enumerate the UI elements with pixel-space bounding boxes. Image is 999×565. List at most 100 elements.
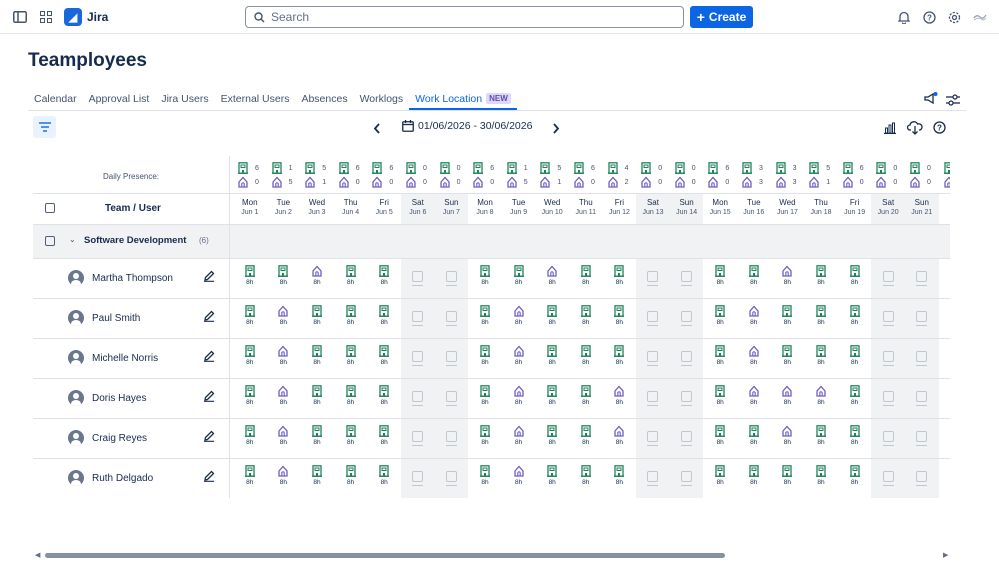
office-location-cell[interactable]: 8h — [939, 338, 950, 378]
office-location-cell[interactable]: 8h — [569, 338, 603, 378]
office-location-cell[interactable]: 8h — [569, 258, 603, 298]
empty-location-cell[interactable] — [905, 258, 939, 298]
edit-pencil-icon[interactable] — [203, 430, 215, 445]
home-location-cell[interactable]: 8h — [737, 298, 771, 338]
user-row[interactable]: Ruth Delgado — [68, 470, 153, 486]
home-location-cell[interactable]: 8h — [267, 458, 301, 498]
empty-location-cell[interactable] — [905, 378, 939, 418]
home-location-cell[interactable]: 8h — [502, 418, 536, 458]
office-location-cell[interactable]: 8h — [233, 378, 267, 418]
empty-location-cell[interactable] — [871, 338, 905, 378]
user-name[interactable]: Martha Thompson — [92, 273, 173, 284]
user-name[interactable]: Ruth Delgado — [92, 473, 153, 484]
empty-location-cell[interactable] — [871, 418, 905, 458]
office-location-cell[interactable]: 8h — [838, 338, 872, 378]
office-location-cell[interactable]: 8h — [334, 418, 368, 458]
empty-location-cell[interactable] — [871, 458, 905, 498]
user-name[interactable]: Craig Reyes — [92, 433, 147, 444]
office-location-cell[interactable]: 8h — [502, 258, 536, 298]
empty-location-cell[interactable] — [905, 298, 939, 338]
home-location-cell[interactable]: 8h — [737, 338, 771, 378]
office-location-cell[interactable]: 8h — [535, 338, 569, 378]
office-location-cell[interactable]: 8h — [334, 458, 368, 498]
home-location-cell[interactable]: 8h — [535, 258, 569, 298]
user-row[interactable]: Martha Thompson — [68, 270, 173, 286]
home-location-cell[interactable]: 8h — [502, 338, 536, 378]
empty-location-cell[interactable] — [871, 258, 905, 298]
office-location-cell[interactable]: 8h — [267, 258, 301, 298]
edit-pencil-icon[interactable] — [203, 310, 215, 325]
home-location-cell[interactable]: 8h — [771, 378, 805, 418]
empty-location-cell[interactable] — [435, 378, 469, 418]
office-location-cell[interactable]: 8h — [804, 458, 838, 498]
empty-location-cell[interactable] — [905, 418, 939, 458]
home-location-cell[interactable]: 8h — [267, 298, 301, 338]
scrollbar-thumb[interactable] — [45, 553, 725, 558]
empty-location-cell[interactable] — [401, 258, 435, 298]
office-location-cell[interactable]: 8h — [300, 378, 334, 418]
user-row[interactable]: Craig Reyes — [68, 430, 147, 446]
empty-location-cell[interactable] — [670, 258, 704, 298]
office-location-cell[interactable]: 8h — [468, 418, 502, 458]
office-location-cell[interactable]: 8h — [838, 378, 872, 418]
office-location-cell[interactable]: 8h — [233, 298, 267, 338]
office-location-cell[interactable]: 8h — [804, 298, 838, 338]
tab-approval-list[interactable]: Approval List — [83, 90, 156, 110]
office-location-cell[interactable]: 8h — [300, 298, 334, 338]
edit-pencil-icon[interactable] — [203, 270, 215, 285]
empty-location-cell[interactable] — [670, 338, 704, 378]
office-location-cell[interactable]: 8h — [603, 458, 637, 498]
office-location-cell[interactable]: 8h — [367, 458, 401, 498]
office-location-cell[interactable]: 8h — [804, 258, 838, 298]
office-location-cell[interactable]: 8h — [771, 338, 805, 378]
empty-location-cell[interactable] — [670, 418, 704, 458]
sidebar-toggle-icon[interactable] — [12, 9, 28, 25]
user-row[interactable]: Doris Hayes — [68, 390, 146, 406]
office-location-cell[interactable]: 8h — [838, 458, 872, 498]
office-location-cell[interactable]: 8h — [939, 258, 950, 298]
home-location-cell[interactable]: 8h — [502, 458, 536, 498]
office-location-cell[interactable]: 8h — [569, 458, 603, 498]
empty-location-cell[interactable] — [401, 458, 435, 498]
empty-location-cell[interactable] — [435, 458, 469, 498]
office-location-cell[interactable]: 8h — [838, 258, 872, 298]
office-location-cell[interactable]: 8h — [569, 298, 603, 338]
tab-absences[interactable]: Absences — [295, 90, 353, 110]
home-location-cell[interactable]: 8h — [502, 378, 536, 418]
office-location-cell[interactable]: 8h — [367, 298, 401, 338]
office-location-cell[interactable]: 8h — [334, 298, 368, 338]
tab-work-location[interactable]: Work Location NEW — [409, 90, 517, 110]
office-location-cell[interactable]: 8h — [535, 298, 569, 338]
office-location-cell[interactable]: 8h — [771, 298, 805, 338]
home-location-cell[interactable]: 8h — [771, 418, 805, 458]
office-location-cell[interactable]: 8h — [468, 258, 502, 298]
empty-location-cell[interactable] — [871, 298, 905, 338]
office-location-cell[interactable]: 8h — [233, 258, 267, 298]
tab-external-users[interactable]: External Users — [215, 90, 296, 110]
office-location-cell[interactable]: 8h — [703, 458, 737, 498]
office-location-cell[interactable]: 8h — [535, 378, 569, 418]
empty-location-cell[interactable] — [401, 298, 435, 338]
home-location-cell[interactable]: 8h — [267, 418, 301, 458]
office-location-cell[interactable]: 8h — [703, 258, 737, 298]
empty-location-cell[interactable] — [401, 378, 435, 418]
user-name[interactable]: Doris Hayes — [92, 393, 146, 404]
user-avatar-icon[interactable] — [972, 9, 988, 25]
empty-location-cell[interactable] — [435, 258, 469, 298]
empty-location-cell[interactable] — [636, 378, 670, 418]
home-location-cell[interactable]: 8h — [737, 378, 771, 418]
notifications-bell-icon[interactable] — [896, 9, 912, 25]
settings-gear-icon[interactable] — [946, 9, 962, 25]
office-location-cell[interactable]: 8h — [737, 258, 771, 298]
office-location-cell[interactable]: 8h — [737, 418, 771, 458]
user-name[interactable]: Michelle Norris — [92, 353, 158, 364]
home-location-cell[interactable]: 8h — [300, 258, 334, 298]
office-location-cell[interactable]: 8h — [939, 378, 950, 418]
tab-worklogs[interactable]: Worklogs — [354, 90, 410, 110]
group-collapse-chevron-icon[interactable]: ⌄ — [69, 235, 76, 244]
home-location-cell[interactable]: 8h — [267, 378, 301, 418]
create-button[interactable]: + Create — [690, 6, 753, 28]
scroll-right-arrow-icon[interactable]: ▶ — [943, 551, 948, 559]
filter-button[interactable] — [33, 116, 56, 138]
office-location-cell[interactable]: 8h — [334, 338, 368, 378]
